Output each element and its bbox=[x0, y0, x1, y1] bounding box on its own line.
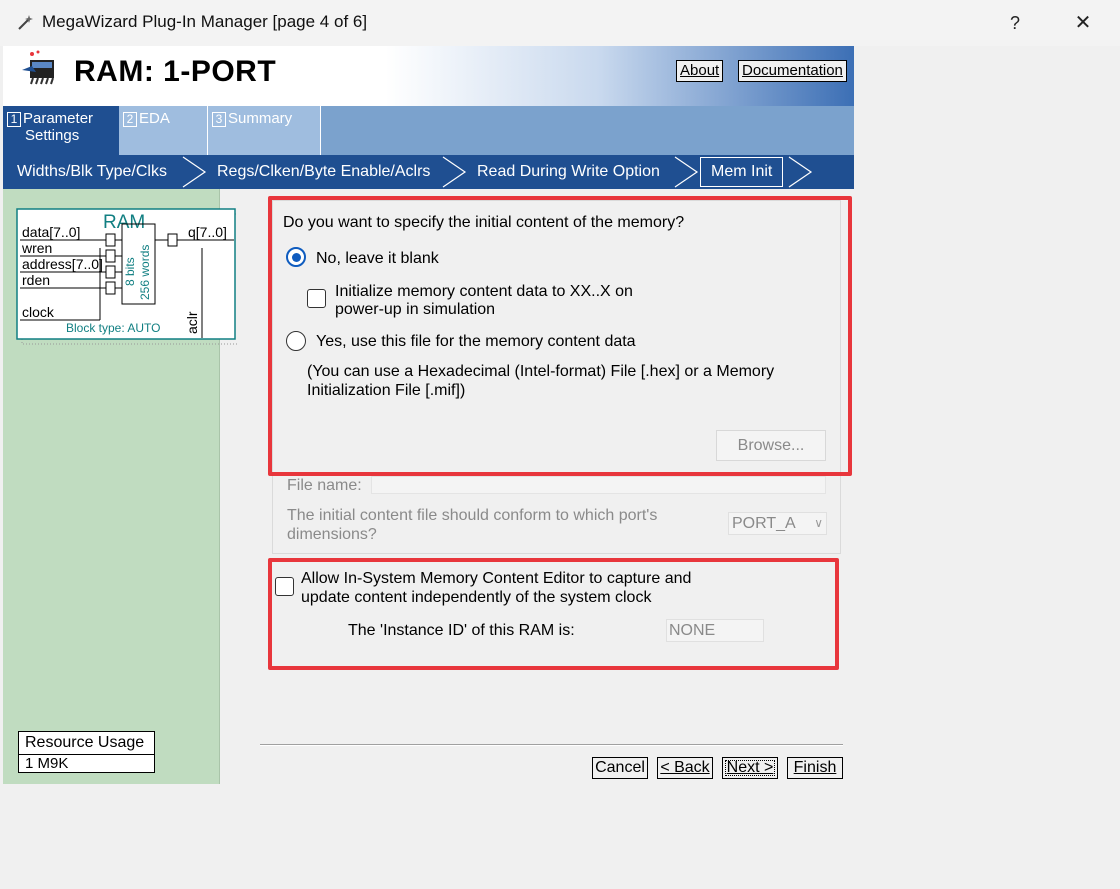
port-q: q[7..0] bbox=[188, 224, 227, 240]
file-hint-line1: (You can use a Hexadecimal (Intel-format… bbox=[307, 363, 775, 380]
instance-id-label: The 'Instance ID' of this RAM is: bbox=[348, 622, 575, 639]
init-xx-checkbox[interactable] bbox=[307, 289, 326, 308]
port-question-line1: The initial content file should conform … bbox=[287, 507, 658, 524]
file-name-input[interactable] bbox=[371, 476, 826, 494]
radio-use-file-label[interactable]: Yes, use this file for the memory conten… bbox=[316, 332, 636, 351]
radio-blank[interactable] bbox=[286, 247, 306, 267]
footer-separator bbox=[260, 744, 843, 746]
tab-label: EDA bbox=[139, 110, 170, 127]
documentation-button[interactable]: Documentation bbox=[738, 60, 847, 82]
subtab-chevrons bbox=[182, 156, 813, 188]
insystem-label-line2: update content independently of the syst… bbox=[301, 589, 652, 606]
help-button[interactable]: ? bbox=[1000, 8, 1030, 38]
finish-button[interactable]: Finish bbox=[787, 757, 843, 779]
tab-label-line2: Settings bbox=[25, 127, 80, 144]
diagram-block-type: Block type: AUTO bbox=[66, 321, 160, 335]
ram-chip-icon bbox=[22, 50, 54, 85]
ram-block-diagram: RAM 8 bits 256 words data[7..0] wren add… bbox=[16, 208, 238, 345]
resource-usage-title: Resource Usage bbox=[18, 731, 155, 755]
tab-number: 3 bbox=[212, 112, 226, 127]
tab-label: Summary bbox=[228, 110, 293, 127]
insystem-label-line1: Allow In-System Memory Content Editor to… bbox=[301, 570, 692, 587]
port-wren: wren bbox=[21, 240, 52, 256]
diagram-bits: 8 bits bbox=[123, 257, 137, 286]
tab-parameter-settings[interactable]: 1 Parameter Settings bbox=[3, 106, 119, 155]
close-button[interactable]: ✕ bbox=[1066, 8, 1100, 38]
port-data: data[7..0] bbox=[22, 224, 80, 240]
instance-id-input[interactable]: NONE bbox=[666, 619, 764, 642]
init-xx-label-line2: power-up in simulation bbox=[335, 301, 496, 318]
insystem-checkbox[interactable] bbox=[275, 577, 294, 596]
tab-eda[interactable]: 2 EDA bbox=[119, 106, 208, 155]
port-select[interactable]: PORT_A ∨ bbox=[728, 512, 827, 535]
port-address: address[7..0] bbox=[22, 256, 103, 272]
file-name-label: File name: bbox=[287, 477, 362, 494]
radio-blank-label[interactable]: No, leave it blank bbox=[316, 249, 439, 268]
page-title: RAM: 1-PORT bbox=[74, 55, 277, 88]
tab-label: Parameter bbox=[23, 110, 94, 127]
back-button[interactable]: < Back bbox=[657, 757, 713, 779]
resource-usage-value: 1 M9K bbox=[25, 755, 69, 772]
next-button[interactable]: Next > bbox=[722, 757, 778, 779]
init-question: Do you want to specify the initial conte… bbox=[283, 214, 685, 231]
wizard-wand-icon bbox=[18, 15, 33, 30]
cancel-button[interactable]: Cancel bbox=[592, 757, 648, 779]
init-xx-label-line1: Initialize memory content data to XX..X … bbox=[335, 283, 633, 300]
tab-summary[interactable]: 3 Summary bbox=[208, 106, 321, 155]
chevron-down-icon: ∨ bbox=[814, 516, 823, 530]
diagram-title: RAM bbox=[103, 212, 145, 233]
tab-number: 2 bbox=[123, 112, 137, 127]
window-title: MegaWizard Plug-In Manager [page 4 of 6] bbox=[42, 12, 368, 31]
tab-number: 1 bbox=[7, 112, 21, 127]
port-rden: rden bbox=[22, 272, 50, 288]
radio-use-file[interactable] bbox=[286, 331, 306, 351]
diagram-words: 256 words bbox=[138, 245, 152, 300]
port-aclr: aclr bbox=[184, 311, 200, 334]
about-button[interactable]: About bbox=[676, 60, 724, 82]
file-hint-line2: Initialization File [.mif]) bbox=[307, 382, 466, 399]
port-select-value: PORT_A bbox=[732, 515, 796, 532]
browse-button[interactable]: Browse... bbox=[716, 430, 826, 461]
port-clock: clock bbox=[22, 304, 55, 320]
port-question-line2: dimensions? bbox=[287, 526, 377, 543]
